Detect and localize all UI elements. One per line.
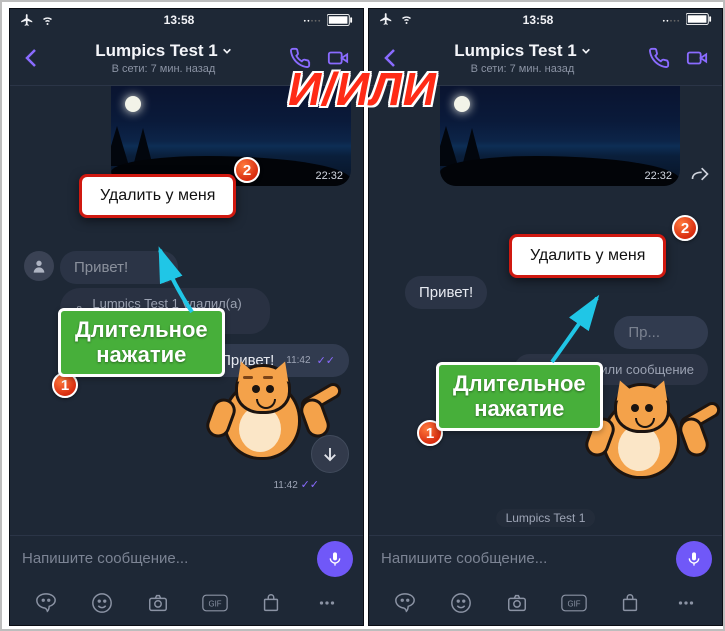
chat-title[interactable]: Lumpics Test 1 <box>454 41 591 61</box>
incoming-text: Привет! <box>74 259 128 276</box>
signal-icon <box>303 13 321 27</box>
voice-call-button[interactable] <box>642 41 676 75</box>
photo-timestamp: 22:32 <box>315 170 343 182</box>
sticker-picker-button[interactable] <box>31 592 61 614</box>
airplane-mode-icon <box>379 12 393 29</box>
status-time: 13:58 <box>523 13 554 27</box>
message-input[interactable]: Напишите сообщение... <box>20 544 311 573</box>
incoming-message[interactable]: Привет! <box>60 251 178 284</box>
outgoing-text: Пр... <box>628 324 660 341</box>
chevron-down-icon <box>222 46 232 56</box>
emoji-button[interactable] <box>446 592 476 614</box>
annotation-or-label: И/ИЛИ <box>288 62 437 116</box>
outgoing-message[interactable]: Пр... <box>614 316 708 349</box>
battery-icon <box>686 13 712 28</box>
chevron-down-icon <box>581 46 591 56</box>
read-checks-icon: ✓✓ <box>301 479 319 491</box>
delete-for-me-popup[interactable]: Удалить у меня <box>509 234 666 278</box>
input-bar: Напишите сообщение... <box>10 535 363 581</box>
battery-icon <box>327 14 353 26</box>
input-placeholder: Напишите сообщение... <box>381 550 547 567</box>
sticker-time: 11:42 <box>273 480 297 491</box>
attachment-bar: GIF <box>369 581 722 625</box>
chat-subtitle: В сети: 7 мин. назад <box>48 63 279 75</box>
long-press-callout: Длительноенажатие <box>436 362 603 431</box>
gif-button[interactable]: GIF <box>559 592 589 614</box>
camera-button[interactable] <box>502 592 532 614</box>
chat-title[interactable]: Lumpics Test 1 <box>95 41 232 61</box>
annotation-badge-2: 2 <box>234 157 260 183</box>
status-bar: 13:58 <box>10 9 363 31</box>
shop-button[interactable] <box>256 592 286 614</box>
chat-title-text: Lumpics Test 1 <box>95 41 218 61</box>
photo-message[interactable]: 22:32 <box>440 86 680 186</box>
shop-button[interactable] <box>615 592 645 614</box>
more-button[interactable] <box>312 592 342 614</box>
photo-timestamp: 22:32 <box>644 170 672 182</box>
status-time: 13:58 <box>164 13 195 27</box>
back-button[interactable] <box>18 43 44 73</box>
gif-button[interactable]: GIF <box>200 592 230 614</box>
status-bar: 13:58 <box>369 9 722 31</box>
svg-text:GIF: GIF <box>208 599 221 608</box>
delete-popup-text: Удалить у меня <box>100 187 215 204</box>
scroll-down-button[interactable] <box>311 435 349 473</box>
wifi-icon <box>40 14 55 26</box>
incoming-text: Привет! <box>419 284 473 301</box>
video-call-button[interactable] <box>680 41 714 75</box>
input-placeholder: Напишите сообщение... <box>22 550 188 567</box>
message-input[interactable]: Напишите сообщение... <box>379 544 670 573</box>
svg-text:GIF: GIF <box>567 599 580 608</box>
long-press-callout: Длительноенажатие <box>58 308 225 377</box>
chat-subtitle: В сети: 7 мин. назад <box>407 63 638 75</box>
chat-area[interactable]: 22:32 Сегодня Привет! Пр... Вы удалили с… <box>369 86 722 535</box>
mic-button[interactable] <box>317 541 353 577</box>
wifi-icon <box>399 13 414 28</box>
camera-button[interactable] <box>143 592 173 614</box>
delete-popup-text: Удалить у меня <box>530 247 645 264</box>
sticker-picker-button[interactable] <box>390 592 420 614</box>
signal-icon <box>662 13 680 27</box>
attachment-bar: GIF <box>10 581 363 625</box>
chat-title-text: Lumpics Test 1 <box>454 41 577 61</box>
emoji-button[interactable] <box>87 592 117 614</box>
annotation-badge-2: 2 <box>672 215 698 241</box>
sticker-message[interactable] <box>592 379 702 494</box>
sticker-message[interactable]: 11:42 ✓✓ <box>213 360 323 475</box>
incoming-message[interactable]: Привет! <box>405 276 487 309</box>
avatar[interactable] <box>24 251 54 281</box>
more-button[interactable] <box>671 592 701 614</box>
input-bar: Напишите сообщение... <box>369 535 722 581</box>
forward-icon[interactable] <box>688 164 712 189</box>
airplane-mode-icon <box>20 13 34 27</box>
mic-button[interactable] <box>676 541 712 577</box>
delete-for-me-popup[interactable]: Удалить у меня <box>79 174 236 218</box>
contact-footer: Lumpics Test 1 <box>496 509 596 527</box>
